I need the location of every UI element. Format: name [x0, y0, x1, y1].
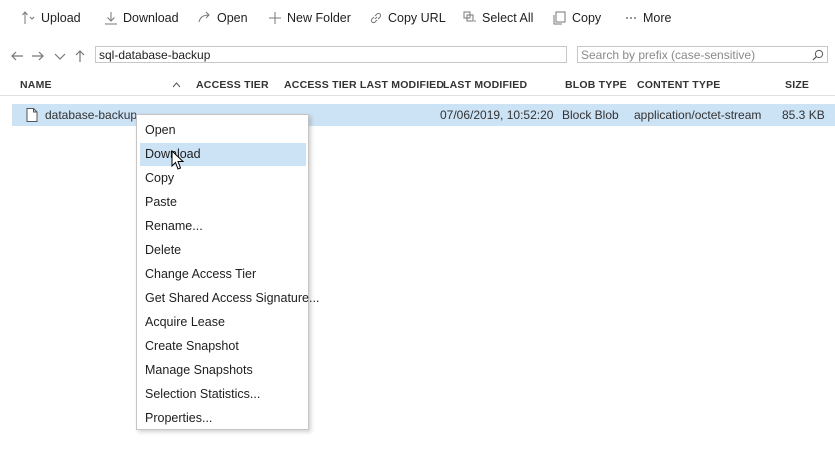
row-size: 85.3 KB — [782, 108, 825, 122]
new-folder-button[interactable]: New Folder — [268, 8, 351, 28]
menu-item-acquire-lease[interactable]: Acquire Lease — [140, 311, 306, 334]
copy-url-button[interactable]: Copy URL — [369, 8, 446, 28]
row-blob-type: Block Blob — [562, 108, 619, 122]
download-label: Download — [123, 11, 179, 25]
column-content-type[interactable]: CONTENT TYPE — [637, 79, 721, 91]
path-field[interactable]: sql-database-backup — [95, 46, 567, 63]
plus-icon — [268, 11, 282, 25]
menu-item-get-shared-access-signature[interactable]: Get Shared Access Signature... — [140, 287, 319, 310]
select-all-icon — [463, 11, 477, 25]
download-button[interactable]: Download — [104, 8, 179, 28]
search-icon[interactable] — [812, 49, 824, 61]
menu-item-properties[interactable]: Properties... — [140, 407, 306, 430]
row-last-modified: 07/06/2019, 10:52:20 — [440, 108, 554, 122]
back-arrow-icon[interactable] — [10, 49, 24, 63]
upload-icon — [22, 11, 36, 25]
select-all-button[interactable]: Select All — [463, 8, 533, 28]
column-header: NAME ACCESS TIER ACCESS TIER LAST MODIFI… — [0, 75, 835, 96]
copy-icon — [553, 11, 567, 25]
link-icon — [369, 11, 383, 25]
menu-item-rename[interactable]: Rename... — [140, 215, 306, 238]
column-access-tier[interactable]: ACCESS TIER — [196, 79, 269, 91]
open-icon — [198, 11, 212, 25]
copy-button[interactable]: Copy — [553, 8, 601, 28]
sort-ascending-icon[interactable] — [172, 81, 181, 88]
row-name: database-backup. — [45, 108, 141, 122]
menu-item-copy[interactable]: Copy — [140, 167, 306, 190]
menu-item-manage-snapshots[interactable]: Manage Snapshots — [140, 359, 306, 382]
more-icon — [624, 11, 638, 25]
menu-item-change-access-tier[interactable]: Change Access Tier — [140, 263, 306, 286]
column-last-modified[interactable]: LAST MODIFIED — [443, 79, 527, 91]
download-icon — [104, 11, 118, 25]
search-input[interactable] — [577, 46, 828, 63]
column-access-tier-last-modified[interactable]: ACCESS TIER LAST MODIFIED — [284, 79, 444, 91]
menu-item-selection-statistics[interactable]: Selection Statistics... — [140, 383, 306, 406]
column-size[interactable]: SIZE — [785, 79, 809, 91]
more-label: More — [643, 11, 672, 25]
context-menu: Open Download Copy Paste Rename... Delet… — [136, 114, 319, 430]
select-all-label: Select All — [482, 11, 534, 25]
forward-arrow-icon[interactable] — [31, 49, 45, 63]
open-label: Open — [217, 11, 248, 25]
menu-item-open[interactable]: Open — [140, 119, 306, 142]
open-button[interactable]: Open — [198, 8, 248, 28]
copy-url-label: Copy URL — [388, 11, 446, 25]
menu-item-paste[interactable]: Paste — [140, 191, 306, 214]
up-arrow-icon[interactable] — [73, 49, 87, 63]
file-icon — [26, 108, 38, 122]
more-button[interactable]: More — [624, 8, 671, 28]
chevron-down-icon[interactable] — [53, 49, 67, 63]
column-blob-type[interactable]: BLOB TYPE — [565, 79, 627, 91]
menu-item-download[interactable]: Download — [140, 143, 306, 166]
copy-label: Copy — [572, 11, 602, 25]
upload-button[interactable]: Upload — [22, 8, 81, 28]
menu-item-delete[interactable]: Delete — [140, 239, 306, 262]
toolbar: Upload Download Open New Folder Copy URL… — [0, 0, 835, 36]
row-content-type: application/octet-stream — [634, 108, 762, 122]
new-folder-label: New Folder — [287, 11, 351, 25]
menu-item-create-snapshot[interactable]: Create Snapshot — [140, 335, 306, 358]
column-name[interactable]: NAME — [20, 79, 52, 91]
upload-label: Upload — [41, 11, 81, 25]
mouse-pointer-icon — [171, 150, 185, 171]
address-bar: sql-database-backup — [0, 44, 835, 68]
